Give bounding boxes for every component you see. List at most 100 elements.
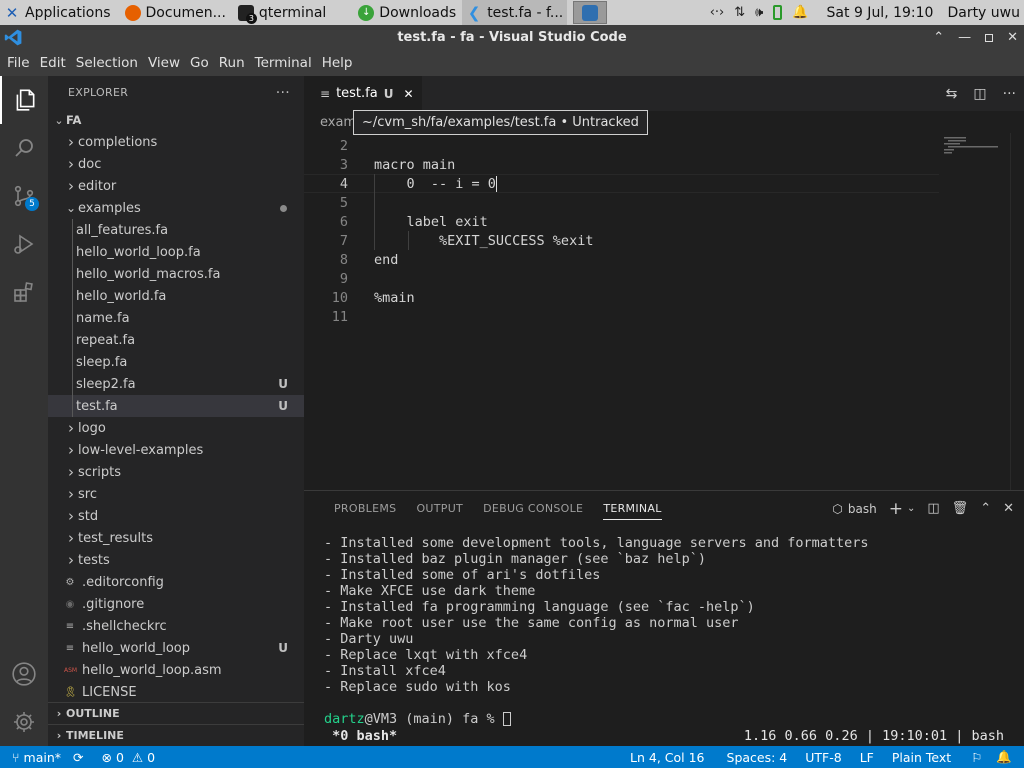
- code-line[interactable]: 9: [304, 269, 939, 288]
- taskbar-item-downloads[interactable]: ↓ Downloads: [354, 0, 460, 25]
- tree-folder[interactable]: › completions: [48, 131, 304, 153]
- network-icon[interactable]: ‹·›: [710, 5, 725, 20]
- terminal-shell-selector[interactable]: ⬡ bash: [832, 502, 876, 516]
- code-line[interactable]: 6 label exit: [304, 212, 939, 231]
- problems-indicator[interactable]: ⊗ 0 ⚠ 0: [95, 750, 161, 765]
- tab-debug-console[interactable]: DEBUG CONSOLE: [473, 491, 593, 526]
- menu-terminal[interactable]: Terminal: [250, 55, 317, 71]
- menu-edit[interactable]: Edit: [35, 55, 71, 71]
- tree-file[interactable]: 🎗 LICENSE: [48, 681, 304, 703]
- menu-selection[interactable]: Selection: [71, 55, 143, 71]
- tree-file[interactable]: ASM hello_world_loop.asm: [48, 659, 304, 681]
- tree-file[interactable]: hello_world_macros.fa: [48, 263, 304, 285]
- tab-output[interactable]: OUTPUT: [406, 491, 473, 526]
- language-mode[interactable]: Plain Text: [886, 750, 957, 765]
- transfer-icon[interactable]: ⇅: [734, 5, 745, 20]
- explorer-activity-button[interactable]: [0, 76, 48, 124]
- end-of-line[interactable]: LF: [854, 750, 880, 765]
- maximize-window-icon[interactable]: [985, 33, 994, 42]
- tree-folder[interactable]: › scripts: [48, 461, 304, 483]
- taskbar-item-vscode[interactable]: ❮ test.fa - f...: [462, 0, 568, 25]
- code-line[interactable]: 4 0 -- i = 0: [304, 174, 939, 193]
- user-name[interactable]: Darty uwu: [947, 5, 1020, 21]
- tab-test-fa[interactable]: ≡ test.fa U ✕: [304, 76, 422, 111]
- terminal-prompt[interactable]: dartz@VM3 (main) fa %: [324, 711, 1004, 727]
- tree-folder[interactable]: › src: [48, 483, 304, 505]
- menu-file[interactable]: File: [2, 55, 35, 71]
- tab-terminal[interactable]: TERMINAL: [603, 498, 662, 520]
- outline-section[interactable]: › OUTLINE: [48, 702, 304, 724]
- code-editor[interactable]: 2 3 macro main 4 0 -- i = 056 label exit 7 %…: [304, 136, 939, 326]
- tree-folder[interactable]: › test_results: [48, 527, 304, 549]
- code-line[interactable]: 3 macro main: [304, 155, 939, 174]
- encoding[interactable]: UTF-8: [799, 750, 847, 765]
- maximize-panel-icon[interactable]: ⌃: [980, 501, 991, 516]
- search-activity-button[interactable]: [0, 124, 48, 172]
- tree-file[interactable]: ≡ .shellcheckrc: [48, 615, 304, 637]
- code-line[interactable]: 10 %main: [304, 288, 939, 307]
- timeline-section[interactable]: › TIMELINE: [48, 724, 304, 746]
- trash-icon[interactable]: 🗑: [952, 501, 969, 516]
- close-tab-icon[interactable]: ✕: [403, 87, 413, 101]
- minimap[interactable]: [940, 133, 1010, 490]
- source-control-activity-button[interactable]: 5: [0, 172, 48, 220]
- menu-help[interactable]: Help: [317, 55, 358, 71]
- tree-file[interactable]: ◉ .gitignore: [48, 593, 304, 615]
- tree-folder[interactable]: › tests: [48, 549, 304, 571]
- tree-file[interactable]: ⚙ .editorconfig: [48, 571, 304, 593]
- tree-folder[interactable]: › editor: [48, 175, 304, 197]
- tree-file[interactable]: all_features.fa: [48, 219, 304, 241]
- tree-file[interactable]: name.fa: [48, 307, 304, 329]
- split-terminal-icon[interactable]: ◫: [927, 501, 939, 516]
- minimize-window-icon[interactable]: —: [958, 30, 971, 45]
- new-terminal-icon[interactable]: +: [889, 499, 903, 519]
- close-panel-icon[interactable]: ✕: [1003, 501, 1014, 516]
- chevron-down-icon[interactable]: ⌄: [907, 503, 915, 514]
- tree-file[interactable]: test.fa U: [48, 395, 304, 417]
- taskbar-item-qterminal[interactable]: 3 qterminal: [234, 0, 330, 25]
- code-line[interactable]: 2: [304, 136, 939, 155]
- tree-folder[interactable]: ⌄ examples: [48, 197, 304, 219]
- code-line[interactable]: 8 end: [304, 250, 939, 269]
- tree-file[interactable]: repeat.fa: [48, 329, 304, 351]
- taskbar-workspace-preview[interactable]: [573, 1, 608, 24]
- manage-activity-button[interactable]: [0, 698, 48, 746]
- tree-file[interactable]: ≡ hello_world_loop U: [48, 637, 304, 659]
- taskbar-item-firefox[interactable]: Documen...: [121, 0, 230, 25]
- code-line[interactable]: 11: [304, 307, 939, 326]
- battery-icon[interactable]: [773, 5, 783, 20]
- notifications-icon[interactable]: 🔔: [990, 749, 1018, 765]
- run-debug-activity-button[interactable]: [0, 220, 48, 268]
- tree-folder[interactable]: › doc: [48, 153, 304, 175]
- menu-run[interactable]: Run: [214, 55, 250, 71]
- accounts-activity-button[interactable]: [0, 650, 48, 698]
- sync-button[interactable]: ⟳: [67, 750, 89, 765]
- notification-bell-icon[interactable]: 🔔: [792, 5, 808, 20]
- clock[interactable]: Sat 9 Jul, 19:10: [827, 5, 934, 21]
- tree-folder[interactable]: › low-level-examples: [48, 439, 304, 461]
- menu-view[interactable]: View: [143, 55, 185, 71]
- extensions-activity-button[interactable]: [0, 268, 48, 316]
- tree-file[interactable]: hello_world.fa: [48, 285, 304, 307]
- tree-file[interactable]: hello_world_loop.fa: [48, 241, 304, 263]
- close-window-icon[interactable]: ✕: [1007, 30, 1018, 45]
- tree-folder[interactable]: › logo: [48, 417, 304, 439]
- split-editor-icon[interactable]: ◫: [973, 86, 986, 102]
- tree-file[interactable]: sleep2.fa U: [48, 373, 304, 395]
- indentation[interactable]: Spaces: 4: [721, 750, 794, 765]
- taskbar-applications-menu[interactable]: ✕ Applications: [0, 0, 115, 25]
- menu-go[interactable]: Go: [185, 55, 214, 71]
- feedback-icon[interactable]: ⚐: [965, 750, 988, 765]
- terminal-output[interactable]: - Installed some development tools, lang…: [324, 535, 1004, 727]
- tree-file[interactable]: sleep.fa: [48, 351, 304, 373]
- volume-icon[interactable]: 🕪: [755, 5, 763, 20]
- tree-folder[interactable]: › std: [48, 505, 304, 527]
- folder-root[interactable]: ⌄ FA: [48, 109, 304, 131]
- editor-scrollbar[interactable]: [1010, 133, 1024, 490]
- collapse-window-icon[interactable]: ⌃: [933, 30, 944, 45]
- code-line[interactable]: 5: [304, 193, 939, 212]
- branch-indicator[interactable]: ⑂ main*: [0, 750, 67, 765]
- code-line[interactable]: 7 %EXIT_SUCCESS %exit: [304, 231, 939, 250]
- open-changes-icon[interactable]: ⇆: [946, 86, 958, 102]
- cursor-position[interactable]: Ln 4, Col 16: [624, 750, 711, 765]
